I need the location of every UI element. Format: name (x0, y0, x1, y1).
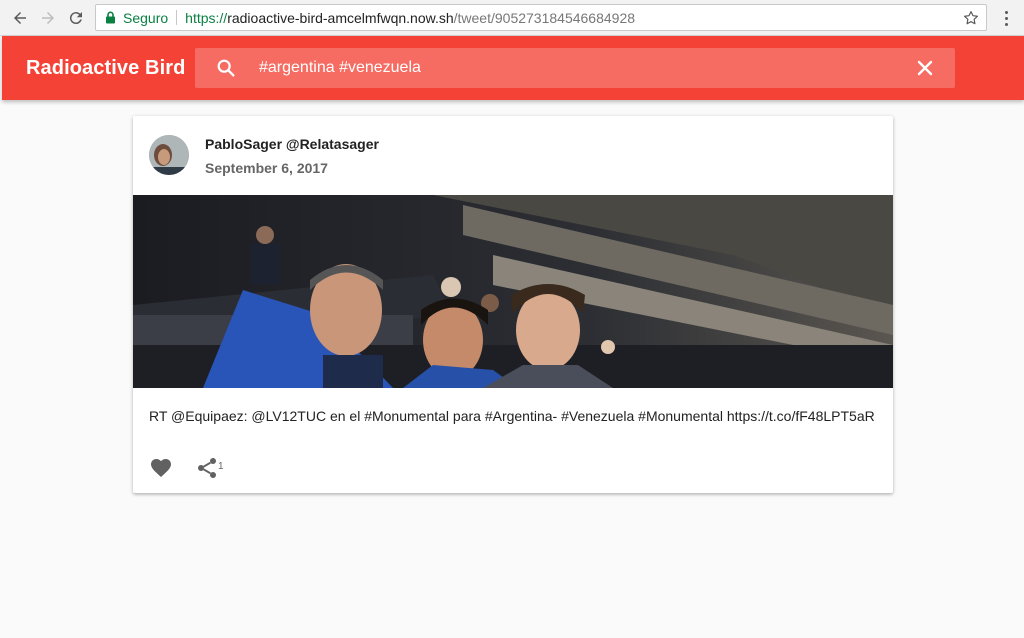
search-icon[interactable] (215, 57, 237, 79)
app-title: Radioactive Bird (26, 57, 186, 79)
avatar[interactable] (149, 135, 189, 175)
star-icon[interactable] (962, 9, 980, 27)
url-path: /tweet/905273184546684928 (453, 9, 636, 26)
tweet-photo[interactable] (133, 195, 893, 388)
reload-icon (69, 12, 82, 25)
url-host: radioactive-bird-amcelmfwqn.now.sh (227, 9, 454, 26)
share-count: 1 (218, 461, 224, 472)
tweet-card: PabloSager @Relatasager September 6, 201… (133, 116, 893, 493)
tweet-text: RT @Equipaez: @LV12TUC en el #Monumental… (149, 408, 875, 424)
search-input[interactable] (259, 48, 879, 88)
lock-icon (105, 11, 117, 25)
forward-button[interactable] (36, 6, 60, 30)
app-bar: Radioactive Bird (2, 36, 1024, 100)
heart-icon[interactable] (149, 456, 173, 480)
back-button[interactable] (8, 6, 32, 30)
browser-toolbar: Seguro https://radioactive-bird-amcelmfw… (0, 0, 1024, 36)
reload-button[interactable] (64, 6, 88, 30)
kebab-menu-icon[interactable] (998, 7, 1014, 29)
close-icon[interactable] (915, 58, 935, 78)
secure-label: Seguro (123, 9, 169, 26)
url-scheme: https:// (185, 9, 228, 26)
search-bar[interactable] (195, 48, 955, 88)
forward-arrow-icon (42, 12, 54, 24)
address-bar[interactable]: Seguro https://radioactive-bird-amcelmfw… (95, 4, 987, 31)
tweet-date: September 6, 2017 (205, 160, 328, 176)
omnibox-divider (176, 10, 178, 25)
tweet-author[interactable]: PabloSager @Relatasager (205, 136, 379, 152)
back-arrow-icon (14, 12, 26, 24)
share-icon[interactable] (195, 456, 219, 480)
